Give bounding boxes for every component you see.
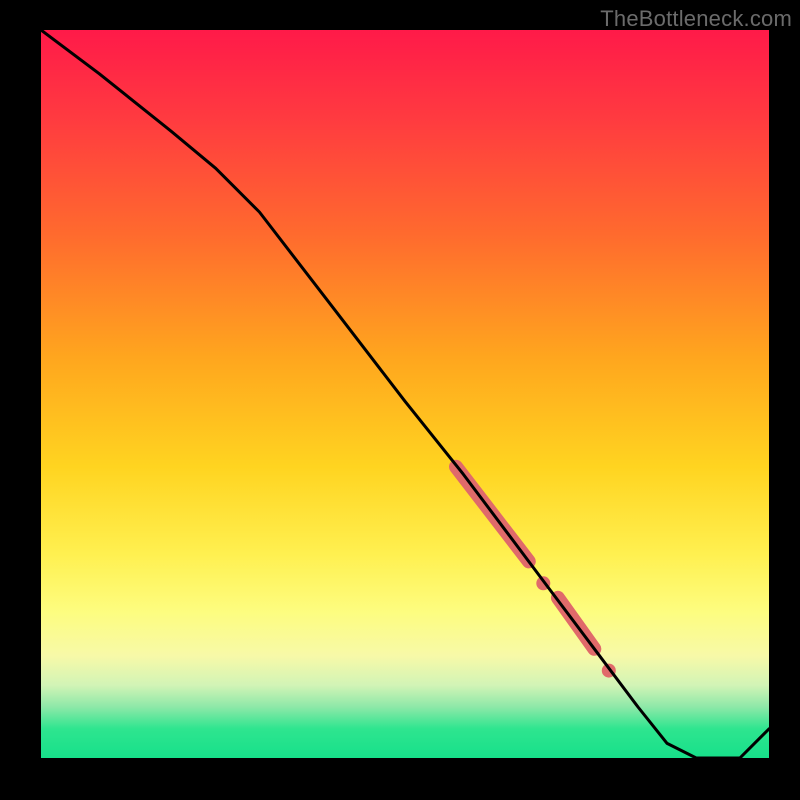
main-curve [41,30,769,758]
chart-frame: TheBottleneck.com [0,0,800,800]
watermark-text: TheBottleneck.com [600,6,792,32]
plot-area [41,30,769,758]
curve-svg [41,30,769,758]
